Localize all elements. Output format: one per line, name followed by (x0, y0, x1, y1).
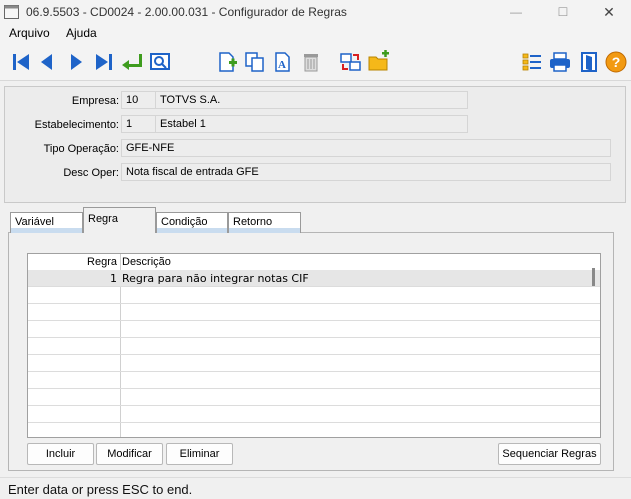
empresa-code-field[interactable]: 10 (121, 91, 156, 109)
tab-retorno-label: Retorno (233, 216, 273, 228)
title-bar: 06.9.5503 - CD0024 - 2.00.00.031 - Confi… (0, 0, 631, 24)
tipo-operacao-label: Tipo Operação: (43, 143, 119, 155)
table-row[interactable] (28, 389, 600, 406)
maximize-button[interactable]: ☐ (540, 0, 586, 24)
tab-variavel-label: Variável (15, 216, 54, 228)
tab-variavel[interactable]: Variável (10, 212, 83, 233)
estabelecimento-code-field[interactable]: 1 (121, 115, 156, 133)
first-record-icon[interactable] (8, 49, 34, 75)
modificar-button[interactable]: Modificar (96, 443, 163, 465)
refresh-icon[interactable] (338, 49, 364, 75)
previous-record-icon[interactable] (34, 49, 60, 75)
desc-oper-field: Nota fiscal de entrada GFE (121, 163, 611, 181)
copy-record-icon[interactable] (242, 49, 268, 75)
vertical-scrollbar[interactable] (592, 268, 595, 286)
estabelecimento-name-field: Estabel 1 (155, 115, 468, 133)
empresa-label: Empresa: (71, 95, 119, 107)
new-folder-icon[interactable] (366, 49, 392, 75)
cell-regra: 1 (110, 272, 117, 285)
table-row[interactable]: 1 Regra para não integrar notas CIF (28, 270, 600, 287)
column-header-regra[interactable]: Regra (28, 256, 117, 268)
close-button[interactable]: ✕ (586, 0, 631, 24)
help-icon[interactable]: ? (603, 49, 629, 75)
toolbar: A ? (0, 43, 631, 81)
next-record-icon[interactable] (63, 49, 89, 75)
column-header-descricao[interactable]: Descrição (122, 256, 171, 268)
last-record-icon[interactable] (91, 49, 117, 75)
tab-condicao-label: Condição (161, 216, 208, 228)
tab-retorno[interactable]: Retorno (228, 212, 301, 233)
svg-text:?: ? (612, 54, 621, 70)
new-record-icon[interactable] (214, 49, 240, 75)
table-row[interactable] (28, 406, 600, 423)
app-icon (4, 5, 19, 19)
table-row[interactable] (28, 423, 600, 437)
delete-record-icon[interactable] (298, 49, 324, 75)
grid-header: Regra Descrição (28, 254, 600, 270)
table-row[interactable] (28, 321, 600, 338)
edit-record-icon[interactable]: A (270, 49, 296, 75)
eliminar-button[interactable]: Eliminar (166, 443, 233, 465)
estabelecimento-label: Estabelecimento: (34, 119, 119, 131)
incluir-button[interactable]: Incluir (27, 443, 94, 465)
minimize-button[interactable]: — (493, 0, 539, 24)
table-row[interactable] (28, 304, 600, 321)
desc-oper-label: Desc Oper: (63, 167, 119, 179)
table-row[interactable] (28, 372, 600, 389)
svg-text:A: A (278, 59, 286, 71)
table-row[interactable] (28, 355, 600, 372)
exit-icon[interactable] (576, 49, 602, 75)
tab-condicao[interactable]: Condição (156, 212, 228, 233)
window-title: 06.9.5503 - CD0024 - 2.00.00.031 - Confi… (26, 5, 347, 19)
rules-grid[interactable]: Regra Descrição 1 Regra para não integra… (27, 253, 601, 438)
header-panel: Empresa: 10 TOTVS S.A. Estabelecimento: … (4, 86, 626, 203)
goto-icon[interactable] (119, 49, 145, 75)
empresa-name-field: TOTVS S.A. (155, 91, 468, 109)
list-icon[interactable] (519, 49, 545, 75)
menu-ajuda[interactable]: Ajuda (66, 26, 97, 40)
table-row[interactable] (28, 338, 600, 355)
tab-regra[interactable]: Regra (83, 207, 156, 233)
menu-bar: Arquivo Ajuda (0, 24, 631, 43)
tab-regra-label: Regra (88, 213, 118, 225)
status-bar: Enter data or press ESC to end. (0, 477, 631, 499)
menu-arquivo[interactable]: Arquivo (9, 26, 50, 40)
sequenciar-regras-button[interactable]: Sequenciar Regras (498, 443, 601, 465)
print-icon[interactable] (547, 49, 573, 75)
table-row[interactable] (28, 287, 600, 304)
tipo-operacao-field[interactable]: GFE-NFE (121, 139, 611, 157)
search-icon[interactable] (147, 49, 173, 75)
cell-descricao: Regra para não integrar notas CIF (122, 272, 309, 285)
